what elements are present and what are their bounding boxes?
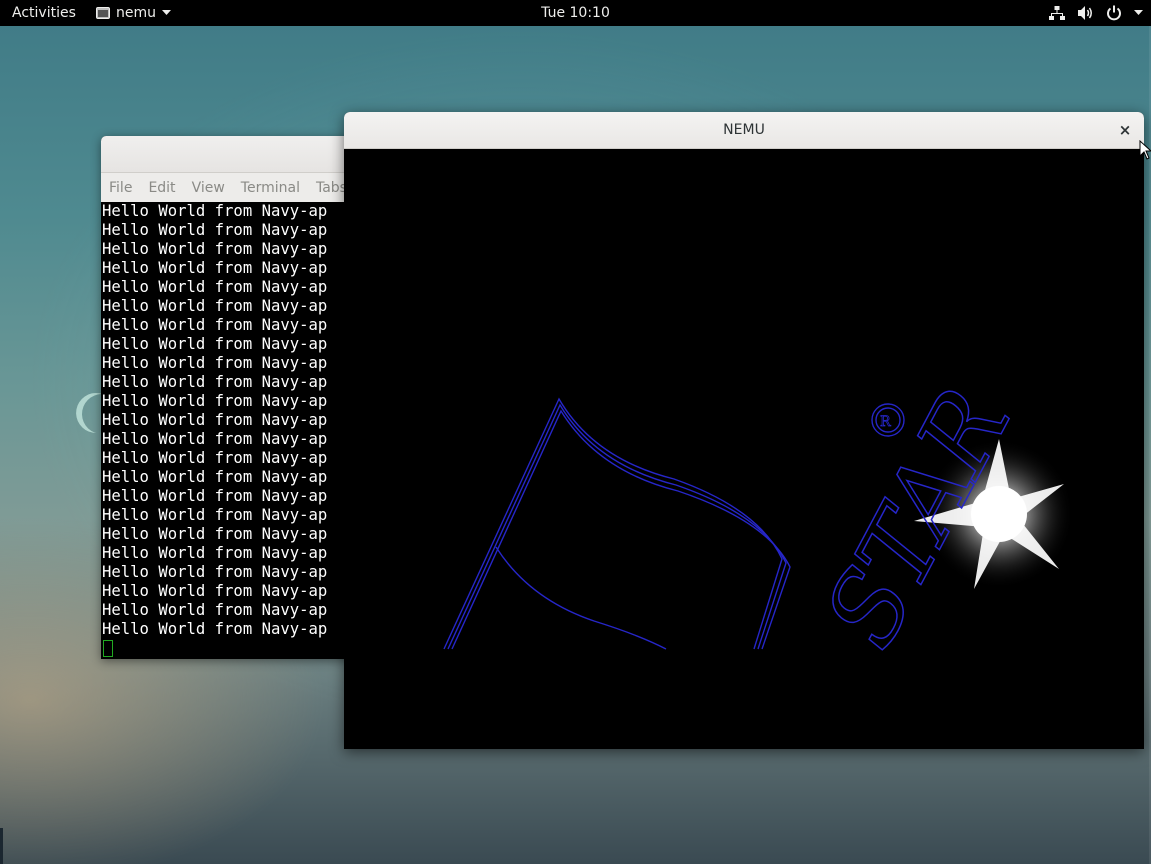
terminal-line: Hello World from Navy-ap: [102, 354, 328, 372]
mouse-pointer-icon: [1139, 140, 1151, 160]
terminal-line: Hello World from Navy-ap: [102, 563, 328, 581]
terminal-line: Hello World from Navy-ap: [102, 449, 328, 467]
terminal-line: Hello World from Navy-ap: [102, 506, 328, 524]
terminal-line: Hello World from Navy-ap: [102, 525, 328, 543]
menu-file[interactable]: File: [109, 180, 132, 196]
terminal-line: Hello World from Navy-ap: [102, 221, 328, 239]
volume-icon: [1077, 0, 1094, 26]
app-menu[interactable]: nemu: [96, 0, 171, 26]
terminal-line: Hello World from Navy-ap: [102, 316, 328, 334]
terminal-cursor: [103, 640, 113, 657]
nemu-display[interactable]: R STAR: [344, 149, 1144, 749]
menu-view[interactable]: View: [192, 180, 225, 196]
flag-outline: [443, 397, 791, 650]
terminal-line: Hello World from Navy-ap: [102, 278, 328, 296]
screen-edge-mark: [0, 828, 3, 864]
close-button[interactable]: ×: [1114, 119, 1136, 141]
terminal-window[interactable]: File Edit View Terminal Tabs Hello World…: [101, 136, 361, 659]
system-menu[interactable]: [1049, 0, 1143, 26]
terminal-line: Hello World from Navy-ap: [102, 259, 328, 277]
terminal-line: Hello World from Navy-ap: [102, 297, 328, 315]
nemu-window[interactable]: NEMU × R STAR: [344, 112, 1144, 749]
terminal-line: Hello World from Navy-ap: [102, 430, 328, 448]
terminal-prompt-line: [101, 639, 361, 658]
terminal-line: Hello World from Navy-ap: [102, 601, 328, 619]
chevron-down-icon: [162, 0, 171, 26]
activities-button[interactable]: Activities: [12, 0, 76, 26]
chevron-down-icon: [1134, 0, 1143, 26]
terminal-line: Hello World from Navy-ap: [102, 620, 328, 638]
close-icon: ×: [1118, 121, 1132, 139]
power-icon: [1106, 0, 1122, 26]
terminal-titlebar[interactable]: [101, 136, 361, 173]
menu-edit[interactable]: Edit: [148, 180, 175, 196]
terminal-line: Hello World from Navy-ap: [102, 240, 328, 258]
star-logo-graphic: R STAR: [443, 372, 1074, 666]
nemu-titlebar[interactable]: NEMU ×: [344, 112, 1144, 149]
menu-terminal[interactable]: Terminal: [241, 180, 300, 196]
terminal-app-icon: [96, 0, 110, 26]
menu-tabs[interactable]: Tabs: [316, 180, 347, 196]
terminal-line: Hello World from Navy-ap: [102, 335, 328, 353]
terminal-line: Hello World from Navy-ap: [102, 202, 328, 220]
terminal-menubar: File Edit View Terminal Tabs: [101, 173, 361, 203]
terminal-line: Hello World from Navy-ap: [102, 487, 328, 505]
terminal-line: Hello World from Navy-ap: [102, 582, 328, 600]
terminal-line: Hello World from Navy-ap: [102, 373, 328, 391]
terminal-line: Hello World from Navy-ap: [102, 392, 328, 410]
clock[interactable]: Tue 10:10: [541, 5, 610, 21]
network-icon: [1049, 0, 1065, 26]
terminal-line: Hello World from Navy-ap: [102, 544, 328, 562]
terminal-line: Hello World from Navy-ap: [102, 468, 328, 486]
top-bar: Activities nemu Tue 10:10: [0, 0, 1151, 26]
app-menu-label: nemu: [116, 5, 156, 21]
nemu-window-title: NEMU: [723, 122, 765, 138]
terminal-output[interactable]: Hello World from Navy-ap Hello World fro…: [101, 202, 361, 659]
svg-text:R: R: [880, 414, 891, 430]
terminal-line: Hello World from Navy-ap: [102, 411, 328, 429]
